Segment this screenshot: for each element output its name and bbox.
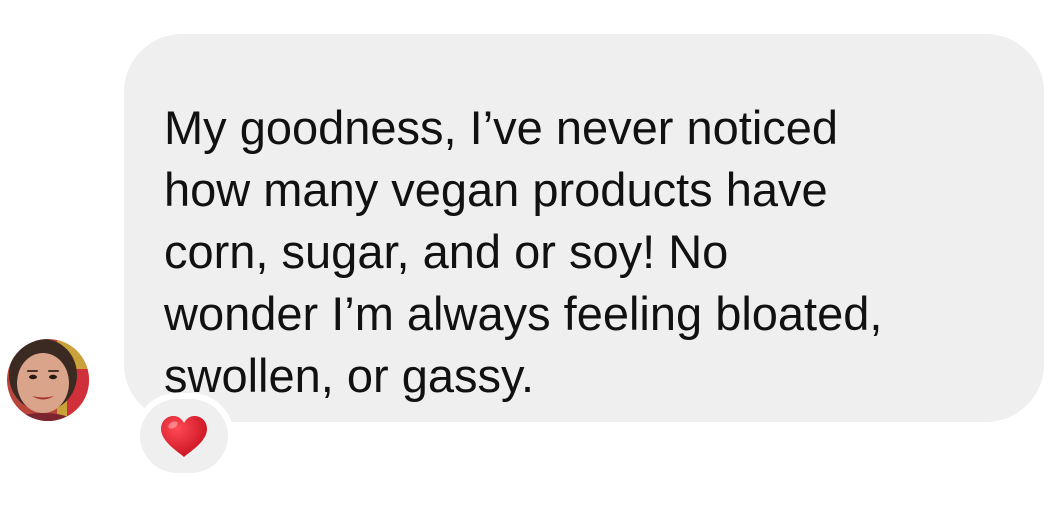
sender-avatar[interactable]: [7, 339, 89, 421]
reaction-badge[interactable]: [140, 399, 228, 473]
heart-icon: [161, 416, 207, 457]
avatar-photo: [7, 339, 89, 421]
message-text: My goodness, I’ve never noticed how many…: [164, 101, 883, 402]
message-bubble[interactable]: My goodness, I’ve never noticed how many…: [124, 34, 1044, 422]
chat-thread: My goodness, I’ve never noticed how many…: [0, 0, 1044, 511]
